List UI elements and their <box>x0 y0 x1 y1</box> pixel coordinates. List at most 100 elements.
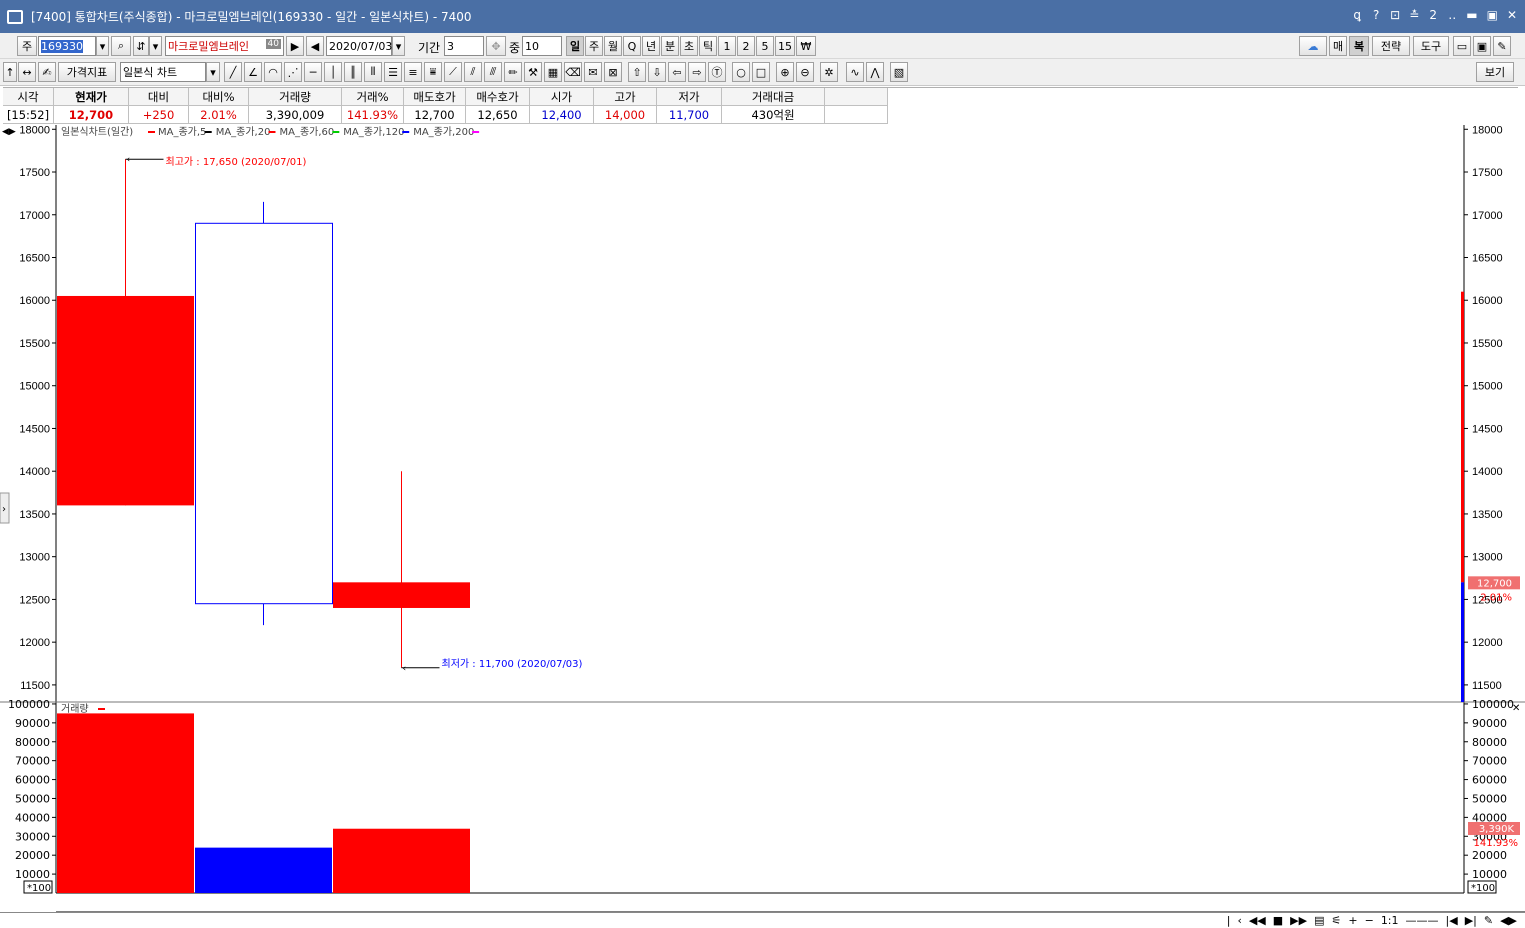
interval-15-button[interactable]: 15 <box>775 36 795 56</box>
trade-button[interactable]: 매 <box>1329 36 1347 56</box>
ratio-icon[interactable]: 1:1 <box>1381 914 1399 927</box>
period-month-button[interactable]: 월 <box>604 36 622 56</box>
prev-arrow-icon[interactable]: ◀ <box>306 36 324 56</box>
chart-zoom-icon[interactable]: ⚟ <box>1332 914 1342 927</box>
chart-type-select[interactable]: 일본식 차트 <box>120 62 206 82</box>
count-input[interactable]: 10 <box>522 36 562 56</box>
zoom-out-icon[interactable]: ⊖ <box>796 62 814 82</box>
eraser-icon[interactable]: ⌫ <box>564 62 582 82</box>
wrench-icon[interactable]: ✎ <box>1493 36 1511 56</box>
folder-icon[interactable]: ▭ <box>1453 36 1471 56</box>
code-input[interactable]: 169330 <box>38 36 96 56</box>
minimize-button[interactable]: ▬ <box>1466 8 1477 22</box>
table-icon[interactable]: ▤ <box>1314 914 1324 927</box>
circle-icon[interactable]: ○ <box>732 62 750 82</box>
arrow-up-icon[interactable]: ↑ <box>3 62 17 82</box>
edit-icon[interactable]: ✍ <box>38 62 56 82</box>
plus-icon[interactable]: + <box>1348 914 1357 927</box>
palette-icon[interactable]: ▦ <box>544 62 562 82</box>
fan-icon[interactable]: ⋰ <box>284 62 302 82</box>
tools-button[interactable]: 도구 <box>1413 36 1449 56</box>
grid-lines-icon[interactable]: ☰ <box>384 62 402 82</box>
chart-area[interactable]: › ◀▶ 18000 18000 17500 17500 17000 17000 16500 1… <box>0 125 1525 928</box>
delete-drawing-icon[interactable]: ⊠ <box>604 62 622 82</box>
edit-status-icon[interactable]: ✎ <box>1484 914 1493 927</box>
move-right-icon[interactable]: ⇨ <box>688 62 706 82</box>
settings-icon[interactable]: ✲ <box>820 62 838 82</box>
stop-icon[interactable]: ■ <box>1273 914 1283 927</box>
indicator-button[interactable]: 가격지표 <box>58 62 116 82</box>
gann-icon[interactable]: ⩸ <box>424 62 442 82</box>
chart-icon[interactable]: ▧ <box>890 62 908 82</box>
pen-icon[interactable]: ✏ <box>504 62 522 82</box>
chart-type-dropdown-icon[interactable]: ▾ <box>206 62 220 82</box>
scroll-left-icon[interactable]: | <box>1227 914 1231 927</box>
move-left-icon[interactable]: ⇦ <box>668 62 686 82</box>
cycle-lines-icon[interactable]: ⦀ <box>364 62 382 82</box>
back-icon[interactable]: ‹ <box>1237 914 1241 927</box>
pin-icon[interactable]: ꝗ <box>1352 8 1362 22</box>
angle-icon[interactable]: ∠ <box>244 62 262 82</box>
period-minute-button[interactable]: 분 <box>661 36 679 56</box>
fibonacci-icon[interactable]: ≡ <box>404 62 422 82</box>
period-tick-button[interactable]: 틱 <box>699 36 717 56</box>
multi-button[interactable]: 복 <box>1349 36 1369 56</box>
expand-icon[interactable]: ↔ <box>18 62 36 82</box>
screen-number[interactable]: 2 <box>1428 8 1438 22</box>
date-input[interactable]: 2020/07/03 <box>326 36 392 56</box>
date-dropdown-icon[interactable]: ▾ <box>392 36 405 56</box>
chart-scroll-bar[interactable]: | ‹ ◀◀ ■ ▶▶ ▤ ⚟ + − 1:1 ——— |◀ ▶| ✎ ◀▶ <box>0 912 1525 928</box>
move-up-icon[interactable]: ⇧ <box>628 62 646 82</box>
cloud-icon[interactable]: ☁ <box>1299 36 1327 56</box>
period-input[interactable]: 3 <box>444 36 484 56</box>
interval-2-button[interactable]: 2 <box>737 36 755 56</box>
period-year-button[interactable]: 년 <box>642 36 660 56</box>
market-select[interactable]: 주 <box>17 36 37 56</box>
interval-1-button[interactable]: 1 <box>718 36 736 56</box>
parallel-icon[interactable]: ⫻ <box>484 62 502 82</box>
screen-icon[interactable]: ⊡ <box>1390 8 1400 22</box>
minus-icon[interactable]: − <box>1365 914 1374 927</box>
zigzag-icon[interactable]: ⋀ <box>866 62 884 82</box>
save-icon[interactable]: ▣ <box>1473 36 1491 56</box>
search-icon[interactable]: ⌕ <box>111 36 131 56</box>
arrows-icon[interactable]: ◀▶ <box>1500 914 1517 927</box>
help-icon[interactable]: ? <box>1371 8 1381 22</box>
rewind-icon[interactable]: ◀◀ <box>1249 914 1266 927</box>
rectangle-icon[interactable]: □ <box>752 62 770 82</box>
view-button[interactable]: 보기 <box>1476 62 1514 82</box>
vertical-lines-icon[interactable]: ║ <box>344 62 362 82</box>
move-icon[interactable]: ✥ <box>486 36 506 56</box>
vertical-line-icon[interactable]: │ <box>324 62 342 82</box>
ray-icon[interactable]: ⟋ <box>444 62 462 82</box>
currency-button[interactable]: ₩ <box>796 36 816 56</box>
move-down-icon[interactable]: ⇩ <box>648 62 666 82</box>
arc-icon[interactable]: ◠ <box>264 62 282 82</box>
trendline-icon[interactable]: ╱ <box>224 62 242 82</box>
period-day-button[interactable]: 일 <box>566 36 584 56</box>
slider-track[interactable]: ——— <box>1406 914 1439 927</box>
wave-icon[interactable]: ∿ <box>846 62 864 82</box>
hammer-icon[interactable]: ⚒ <box>524 62 542 82</box>
period-quarter-button[interactable]: Q <box>623 36 641 56</box>
interval-5-button[interactable]: 5 <box>756 36 774 56</box>
horizontal-line-icon[interactable]: ─ <box>304 62 322 82</box>
period-week-button[interactable]: 주 <box>585 36 603 56</box>
period-second-button[interactable]: 초 <box>680 36 698 56</box>
start-icon[interactable]: |◀ <box>1446 914 1458 927</box>
strategy-button[interactable]: 전략 <box>1372 36 1410 56</box>
fast-forward-icon[interactable]: ▶▶ <box>1290 914 1307 927</box>
next-arrow-icon[interactable]: ▶ <box>286 36 304 56</box>
note-icon[interactable]: ✉ <box>584 62 602 82</box>
link-icon[interactable]: ≛ <box>1409 8 1419 22</box>
close-button[interactable]: ✕ <box>1507 8 1517 22</box>
sort-dropdown-icon[interactable]: ▾ <box>149 36 162 56</box>
code-dropdown-icon[interactable]: ▾ <box>96 36 109 56</box>
sort-icon[interactable]: ⇵ <box>133 36 149 56</box>
more-icon[interactable]: ‥ <box>1447 8 1457 22</box>
maximize-button[interactable]: ▣ <box>1487 8 1498 22</box>
text-icon[interactable]: Ⓣ <box>708 62 726 82</box>
end-icon[interactable]: ▶| <box>1465 914 1477 927</box>
zoom-in-icon[interactable]: ⊕ <box>776 62 794 82</box>
channel-icon[interactable]: ⫽ <box>464 62 482 82</box>
